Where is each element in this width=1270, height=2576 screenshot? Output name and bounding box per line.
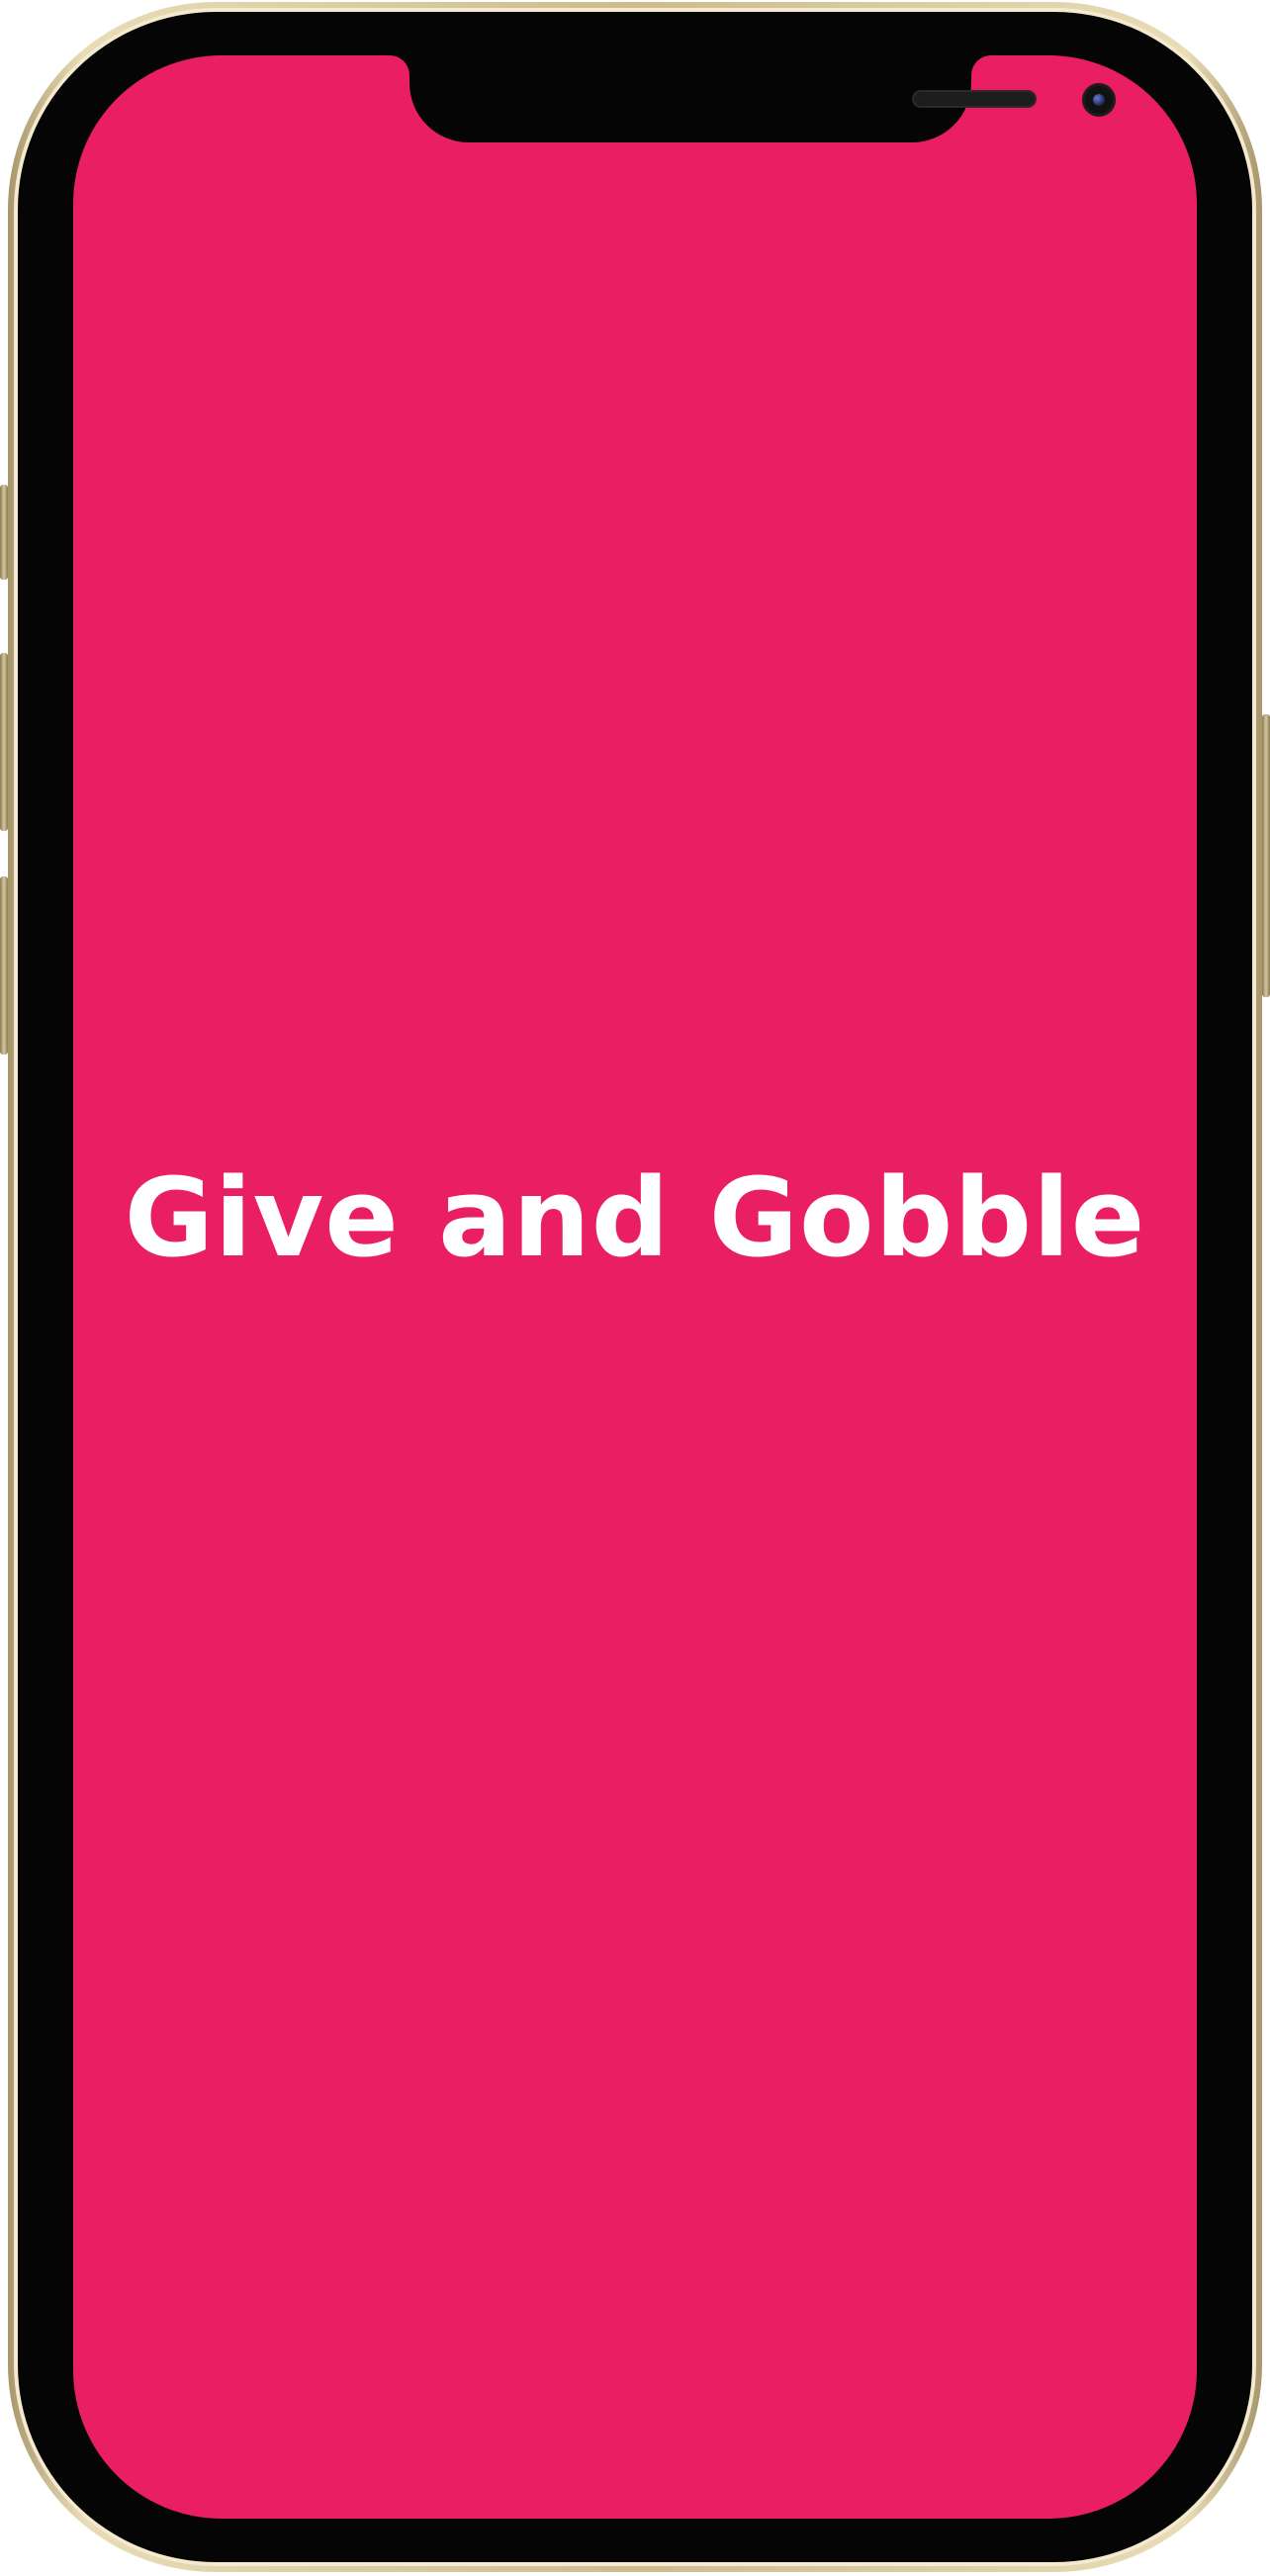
earpiece-speaker	[912, 90, 1037, 108]
phone-bezel	[18, 12, 1252, 2562]
mute-switch	[0, 485, 8, 580]
power-button	[1262, 714, 1270, 997]
splash-screen[interactable]	[73, 55, 1197, 2519]
phone-frame	[8, 2, 1262, 2572]
notch	[409, 55, 1116, 142]
phone-frame-inner	[14, 8, 1256, 2566]
front-camera-icon	[1082, 83, 1116, 117]
volume-up-button	[0, 653, 8, 831]
app-title: Give and Gobble	[124, 1154, 1146, 1281]
volume-down-button	[0, 876, 8, 1055]
